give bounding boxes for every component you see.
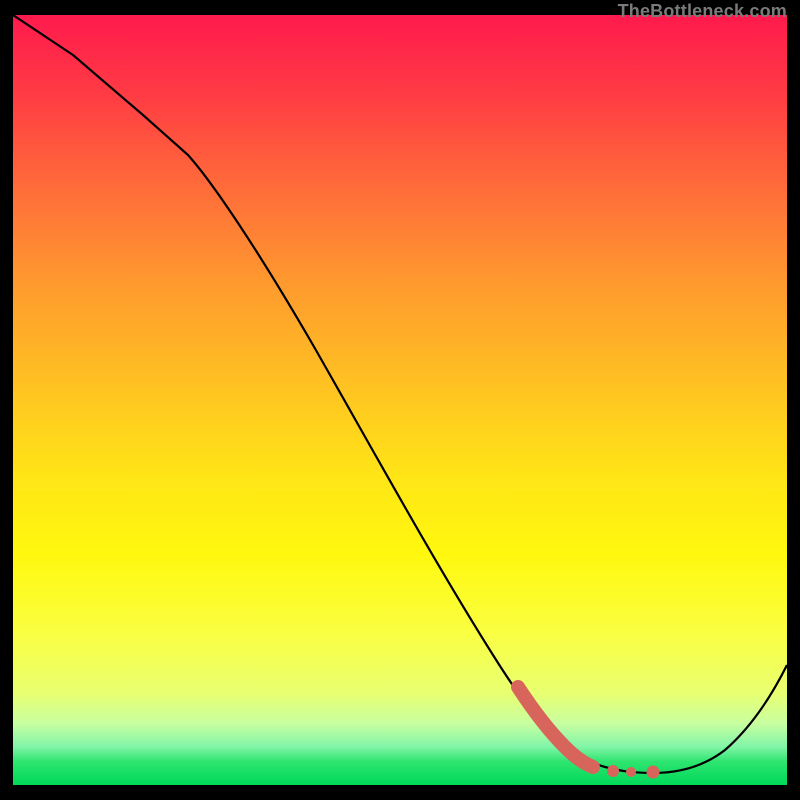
- highlight-segment-stroke: [518, 687, 593, 767]
- highlight-dot-2: [626, 767, 636, 777]
- main-curve: [13, 15, 787, 773]
- highlight-dot-1: [607, 765, 619, 777]
- watermark-text: TheBottleneck.com: [618, 1, 787, 22]
- chart-frame: TheBottleneck.com: [13, 15, 787, 785]
- highlight-dot-3: [647, 766, 660, 779]
- chart-svg: [13, 15, 787, 785]
